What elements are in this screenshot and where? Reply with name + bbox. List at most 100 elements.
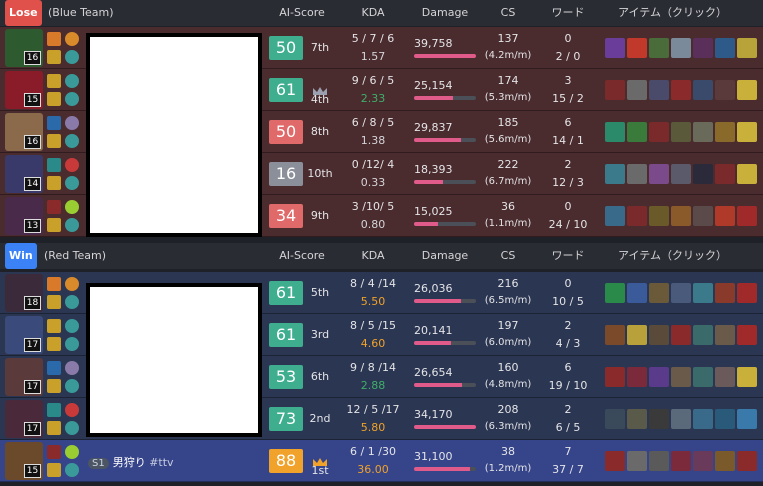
- item-icon[interactable]: [737, 164, 757, 184]
- kda-ratio: 2.88: [360, 379, 386, 392]
- item-icon[interactable]: [605, 283, 625, 303]
- item-icon[interactable]: [627, 80, 647, 100]
- item-icon[interactable]: [693, 451, 713, 471]
- item-icon[interactable]: [737, 38, 757, 58]
- item-icon[interactable]: [737, 80, 757, 100]
- item-icon[interactable]: [693, 367, 713, 387]
- item-icon[interactable]: [715, 409, 735, 429]
- item-icon[interactable]: [693, 325, 713, 345]
- item-icon[interactable]: [715, 367, 735, 387]
- wards-placed: 0: [564, 277, 572, 290]
- item-icon[interactable]: [627, 122, 647, 142]
- cs-per-minute: (5.3m/m): [484, 92, 532, 103]
- summoner-name[interactable]: S1 男狩り #ttv: [88, 454, 174, 470]
- item-icon[interactable]: [715, 164, 735, 184]
- item-icon[interactable]: [737, 283, 757, 303]
- item-icon[interactable]: [605, 122, 625, 142]
- item-icon[interactable]: [671, 122, 691, 142]
- damage-bar-fill: [414, 96, 454, 100]
- cs-value: 185: [497, 116, 519, 129]
- kda-ratio: 5.80: [360, 421, 386, 434]
- item-icon[interactable]: [693, 164, 713, 184]
- item-icon[interactable]: [737, 206, 757, 226]
- item-icon[interactable]: [671, 80, 691, 100]
- item-icon[interactable]: [649, 122, 669, 142]
- wards-killed: 4 / 3: [555, 337, 581, 350]
- item-icon[interactable]: [671, 367, 691, 387]
- secondary-rune-icon: [65, 218, 79, 232]
- item-icon[interactable]: [627, 367, 647, 387]
- item-icon[interactable]: [605, 80, 625, 100]
- damage-value: 34,170: [414, 408, 453, 421]
- item-icon[interactable]: [693, 122, 713, 142]
- item-icon[interactable]: [627, 409, 647, 429]
- item-icon[interactable]: [649, 283, 669, 303]
- summoner-spell-icon: [47, 50, 61, 64]
- red-team-header: Win (Red Team) AI-Score KDA Damage CS ワード アイテム（…: [0, 243, 763, 269]
- item-icon[interactable]: [627, 283, 647, 303]
- item-icon[interactable]: [627, 451, 647, 471]
- item-icon[interactable]: [649, 451, 669, 471]
- summoner-spell-icon: [47, 200, 61, 214]
- item-icon[interactable]: [649, 80, 669, 100]
- item-icon[interactable]: [605, 367, 625, 387]
- keystone-rune-icon: [65, 116, 79, 130]
- kda-ratio: 1.57: [360, 50, 386, 63]
- item-icon[interactable]: [627, 325, 647, 345]
- ai-score-badge: 61: [269, 78, 303, 102]
- item-icon[interactable]: [605, 164, 625, 184]
- item-icon[interactable]: [671, 409, 691, 429]
- item-icon[interactable]: [715, 122, 735, 142]
- item-icon[interactable]: [671, 325, 691, 345]
- item-icon[interactable]: [649, 409, 669, 429]
- item-icon[interactable]: [649, 367, 669, 387]
- item-icon[interactable]: [649, 206, 669, 226]
- item-icon[interactable]: [715, 325, 735, 345]
- item-icon[interactable]: [693, 206, 713, 226]
- item-icon[interactable]: [693, 409, 713, 429]
- kda-value: 8 / 5 /15: [350, 319, 396, 332]
- item-icon[interactable]: [605, 451, 625, 471]
- item-icon[interactable]: [671, 206, 691, 226]
- item-icon[interactable]: [715, 38, 735, 58]
- secondary-rune-icon: [65, 379, 79, 393]
- item-icon[interactable]: [737, 122, 757, 142]
- item-icon[interactable]: [693, 283, 713, 303]
- item-icon[interactable]: [605, 325, 625, 345]
- ai-score-badge: 16: [269, 162, 303, 186]
- item-icon[interactable]: [627, 206, 647, 226]
- item-icon[interactable]: [605, 206, 625, 226]
- item-icon[interactable]: [737, 325, 757, 345]
- damage-value: 15,025: [414, 205, 453, 218]
- item-icon[interactable]: [671, 283, 691, 303]
- item-icon[interactable]: [693, 80, 713, 100]
- item-icon[interactable]: [671, 164, 691, 184]
- item-icon[interactable]: [715, 283, 735, 303]
- item-icon[interactable]: [649, 38, 669, 58]
- player-row[interactable]: 15 S1 男狩り #ttv 88 1st 6 / 1 /30 36.00 31,100 38(…: [0, 440, 763, 482]
- kda-value: 3 /10/ 5: [351, 200, 395, 213]
- item-icon[interactable]: [715, 206, 735, 226]
- item-icon[interactable]: [649, 164, 669, 184]
- ai-score-badge: 50: [269, 36, 303, 60]
- column-header-ai-score: AI-Score: [279, 6, 325, 19]
- wards-killed: 12 / 3: [552, 176, 584, 189]
- item-icon[interactable]: [605, 38, 625, 58]
- keystone-rune-icon: [65, 158, 79, 172]
- item-icon[interactable]: [605, 409, 625, 429]
- secondary-rune-icon: [65, 463, 79, 477]
- item-icon[interactable]: [671, 38, 691, 58]
- item-icon[interactable]: [693, 38, 713, 58]
- champion-level: 16: [24, 51, 41, 65]
- item-icon[interactable]: [649, 325, 669, 345]
- item-icon[interactable]: [737, 367, 757, 387]
- item-icon[interactable]: [737, 451, 757, 471]
- item-icon[interactable]: [627, 38, 647, 58]
- item-icon[interactable]: [671, 451, 691, 471]
- kda-value: 12 / 5 /17: [346, 403, 400, 416]
- item-icon[interactable]: [715, 451, 735, 471]
- item-icon[interactable]: [715, 80, 735, 100]
- item-icon[interactable]: [627, 164, 647, 184]
- item-icon[interactable]: [737, 409, 757, 429]
- blue-team-header: Lose (Blue Team) AI-Score KDA Damage CS ワード アイテ…: [0, 0, 763, 26]
